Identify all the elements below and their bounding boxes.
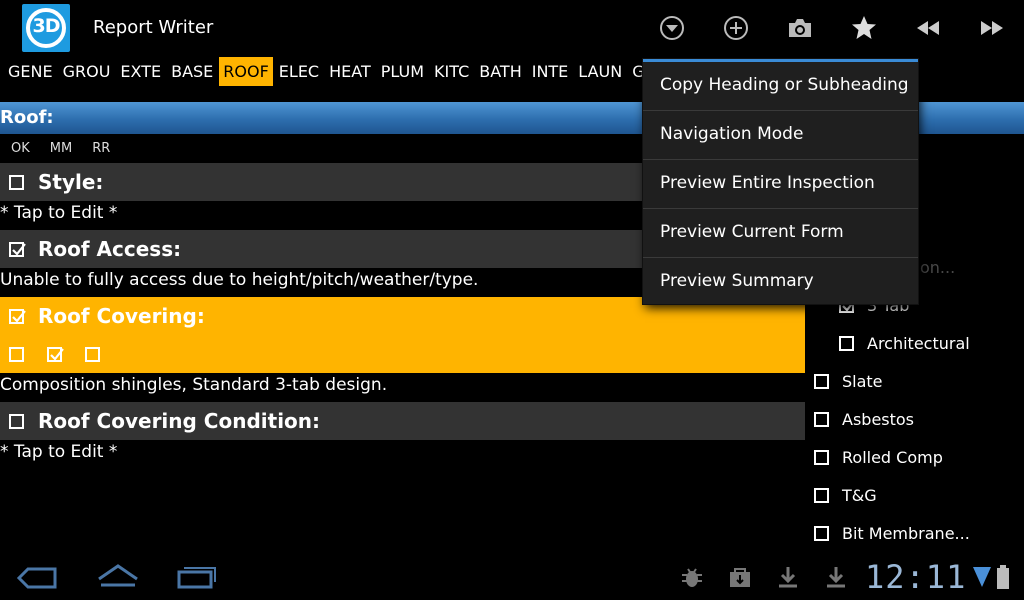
menu-navigation-mode[interactable]: Navigation Mode (643, 111, 918, 160)
system-bar: 12:11 (0, 555, 1024, 600)
option-slate-checkbox[interactable] (814, 374, 829, 389)
tab-base[interactable]: BASE (167, 57, 217, 86)
rating-rr-checkbox[interactable] (85, 347, 100, 362)
option-rolled-comp-label: Rolled Comp (842, 448, 943, 467)
tab-inte[interactable]: INTE (528, 57, 573, 86)
shopping-bag-icon (728, 565, 752, 593)
item-roof-covering-condition-label: Roof Covering Condition: (38, 409, 321, 433)
app-logo-text: 3D (32, 15, 61, 37)
tab-heat[interactable]: HEAT (325, 57, 375, 86)
home-icon[interactable] (96, 563, 140, 593)
option-bit-membrane-label: Bit Membrane... (842, 524, 970, 543)
rating-ok-label: OK (11, 141, 30, 156)
option-rolled-comp-checkbox[interactable] (814, 450, 829, 465)
option-architectural-label: Architectural (867, 334, 970, 353)
option-asbestos-checkbox[interactable] (814, 412, 829, 427)
tab-plum[interactable]: PLUM (377, 57, 428, 86)
star-icon[interactable] (848, 12, 880, 44)
fast-forward-icon[interactable] (976, 12, 1008, 44)
tab-gene[interactable]: GENE (4, 57, 57, 86)
item-roof-covering-condition-checkbox[interactable] (9, 414, 24, 429)
app-logo-icon[interactable]: 3D (22, 4, 70, 52)
option-asbestos-label: Asbestos (842, 410, 915, 429)
item-style-label: Style: (38, 170, 104, 194)
download-icon (777, 565, 799, 593)
item-style-text[interactable]: * Tap to Edit * (0, 203, 117, 223)
menu-preview-entire-inspection-label: Preview Entire Inspection (660, 173, 875, 193)
option-t-and-g-label: T&G (842, 486, 877, 505)
recent-apps-icon[interactable] (176, 565, 218, 593)
item-roof-access-label: Roof Access: (38, 237, 182, 261)
app-title: Report Writer (93, 17, 214, 38)
menu-preview-summary[interactable]: Preview Summary (643, 258, 918, 307)
item-roof-covering-text[interactable]: Composition shingles, Standard 3-tab des… (0, 375, 387, 395)
tab-laun[interactable]: LAUN (574, 57, 626, 86)
item-roof-covering-label: Roof Covering: (38, 304, 205, 328)
debug-icon (680, 567, 704, 593)
item-roof-covering-condition-text[interactable]: * Tap to Edit * (0, 442, 117, 462)
tab-kitc[interactable]: KITC (430, 57, 473, 86)
menu-preview-current-form-label: Preview Current Form (660, 222, 844, 242)
camera-icon[interactable] (784, 12, 816, 44)
download-icon (825, 565, 847, 593)
rating-mm-checkbox[interactable] (47, 347, 64, 362)
tab-roof[interactable]: ROOF (219, 57, 273, 86)
item-roof-access-checkbox[interactable] (9, 242, 26, 257)
rating-rr-label: RR (92, 141, 111, 156)
roof-covering-rating-row (0, 335, 805, 373)
menu-preview-entire-inspection[interactable]: Preview Entire Inspection (643, 160, 918, 209)
rating-ok-checkbox[interactable] (9, 347, 24, 362)
option-bit-membrane-checkbox[interactable] (814, 526, 829, 541)
tab-bath[interactable]: BATH (475, 57, 525, 86)
menu-preview-current-form[interactable]: Preview Current Form (643, 209, 918, 258)
rating-mm-label: MM (49, 141, 73, 156)
option-t-and-g-checkbox[interactable] (814, 488, 829, 503)
battery-icon (996, 564, 1010, 594)
wifi-signal-icon (972, 565, 992, 593)
rating-legend: OK MM RR (0, 138, 119, 160)
status-clock: 12:11 (865, 558, 967, 596)
menu-navigation-mode-label: Navigation Mode (660, 124, 804, 144)
item-roof-covering-checkbox[interactable] (9, 309, 26, 324)
option-architectural-checkbox[interactable] (839, 336, 854, 351)
add-circle-icon[interactable] (720, 12, 752, 44)
action-bar: 3D Report Writer (0, 0, 1024, 57)
tab-grou[interactable]: GROU (59, 57, 115, 86)
section-title: Roof: (0, 107, 54, 128)
dropdown-circle-icon[interactable] (656, 12, 688, 44)
item-roof-covering-condition[interactable]: Roof Covering Condition: (0, 402, 805, 440)
tab-elec[interactable]: ELEC (275, 57, 323, 86)
tab-exte[interactable]: EXTE (116, 57, 165, 86)
back-icon[interactable] (16, 567, 58, 593)
option-slate-label: Slate (842, 372, 883, 391)
item-roof-access-text[interactable]: Unable to fully access due to height/pit… (0, 270, 478, 290)
rewind-icon[interactable] (912, 12, 944, 44)
overflow-menu: Copy Heading or Subheading Navigation Mo… (643, 59, 918, 304)
menu-preview-summary-label: Preview Summary (660, 271, 814, 291)
item-style-checkbox[interactable] (9, 175, 24, 190)
menu-copy-heading[interactable]: Copy Heading or Subheading (643, 62, 918, 111)
menu-copy-heading-label: Copy Heading or Subheading (660, 75, 909, 95)
